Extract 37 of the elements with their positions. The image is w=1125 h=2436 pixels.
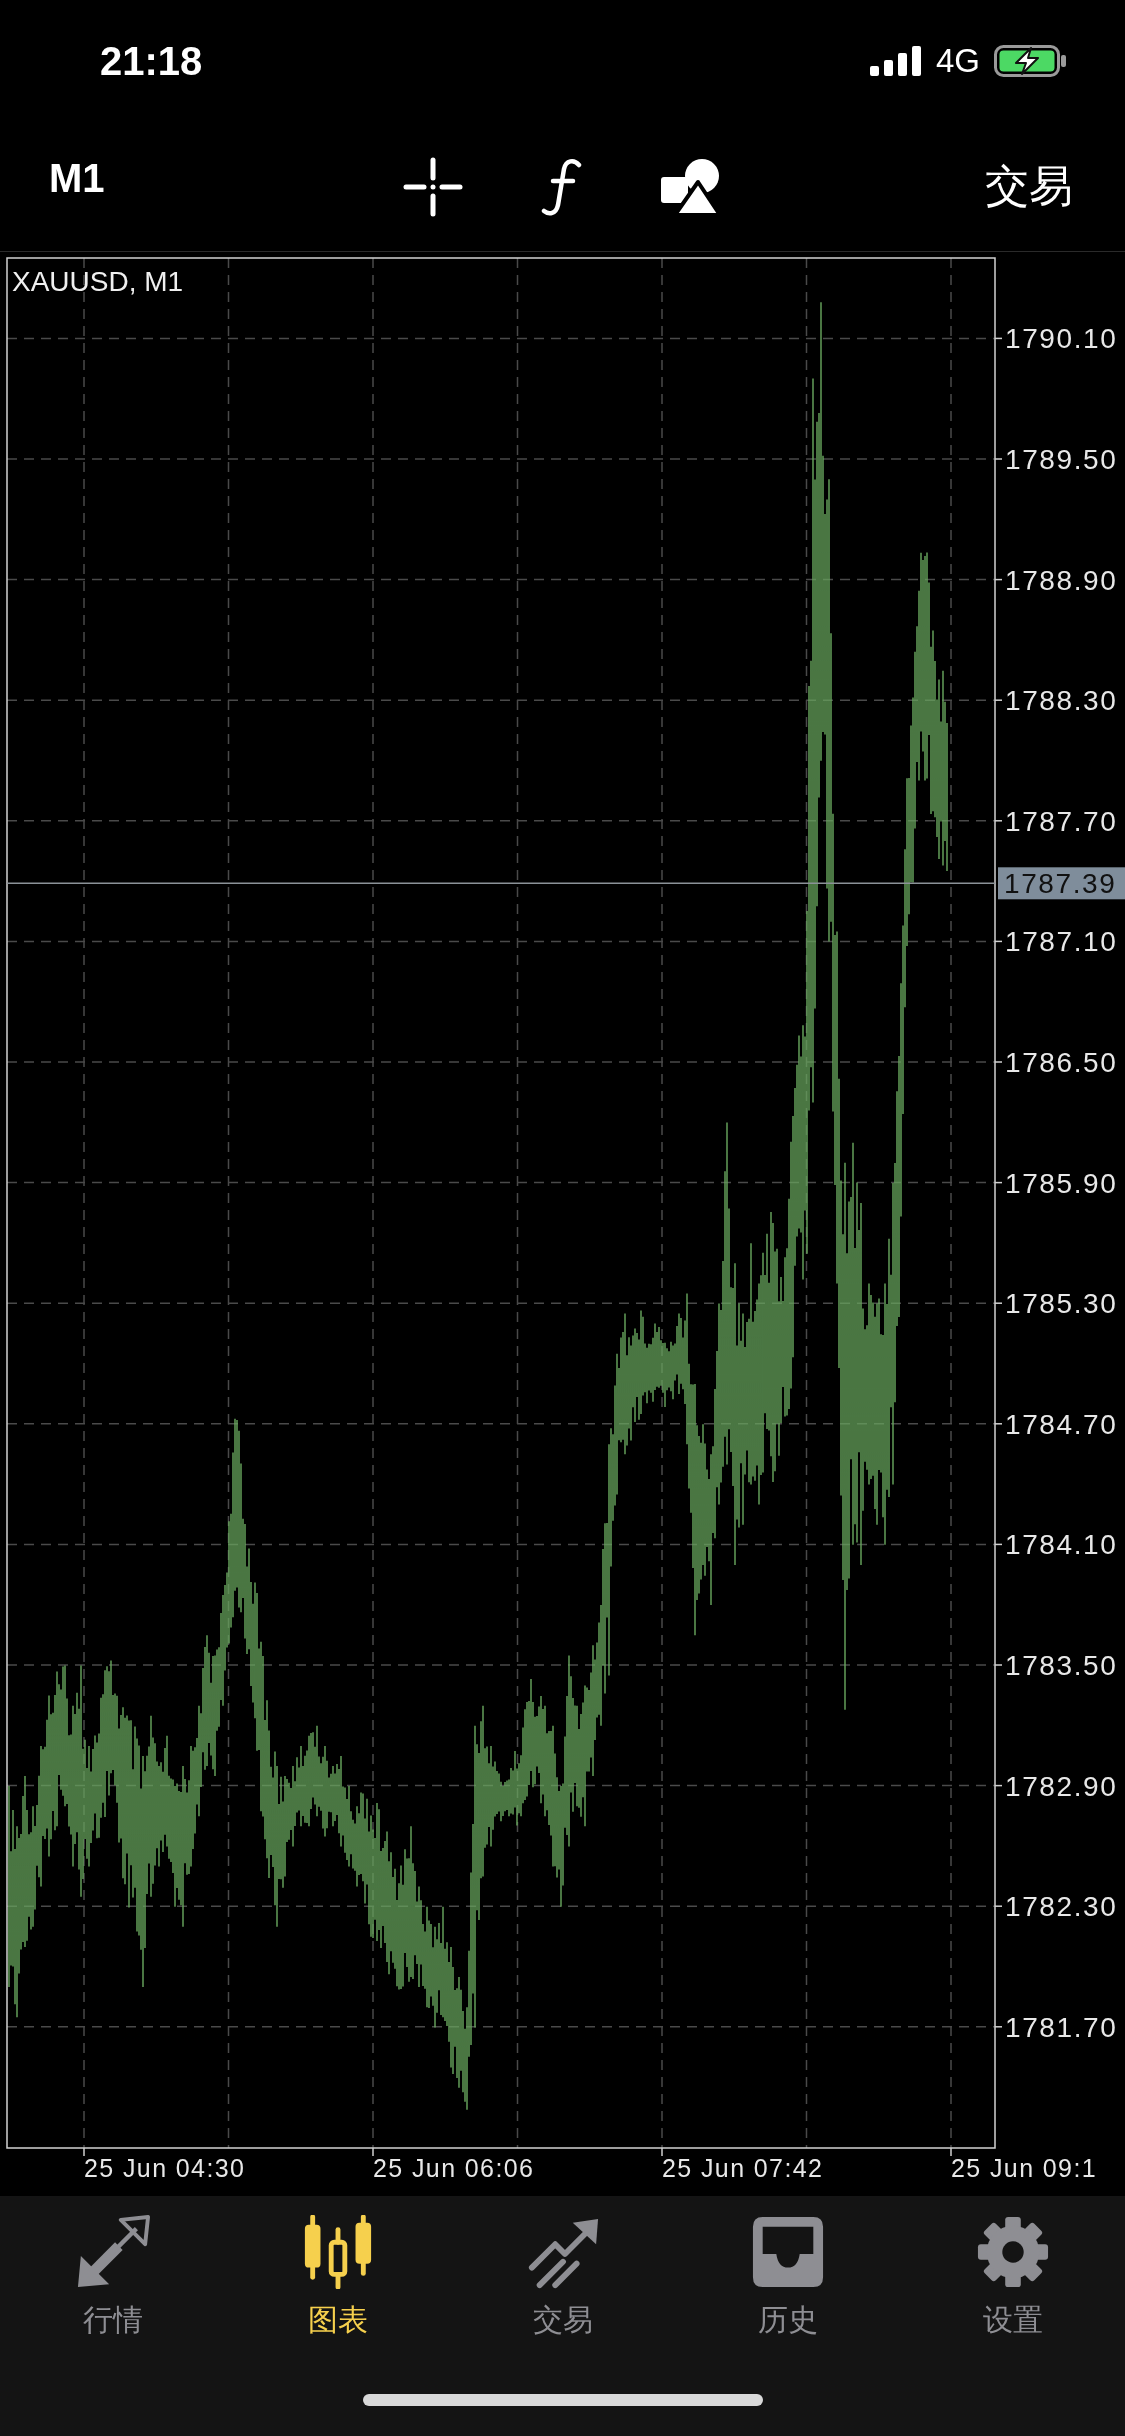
chart-title: XAUUSD, M1 [12, 266, 184, 297]
time-label: 25 Jun 07:42 [662, 2154, 824, 2182]
timeframe-button[interactable]: M1 [49, 156, 105, 201]
time-label: 25 Jun 04:30 [84, 2154, 246, 2182]
signal-icon [869, 46, 922, 76]
current-price-label: 1787.39 [998, 867, 1125, 900]
tab-button[interactable]: 设置 [900, 2215, 1125, 2337]
shapes-icon[interactable] [660, 157, 721, 216]
price-label: 1785.30 [1005, 1288, 1118, 1320]
tab-button[interactable]: 图表 [225, 2215, 450, 2337]
diagonal-arrows-icon [75, 2215, 150, 2289]
status-time: 21:18 [100, 38, 203, 84]
trade-button[interactable]: 交易 [985, 157, 1073, 216]
time-label: 25 Jun 09:1 [951, 2154, 1098, 2182]
tab-button[interactable]: 历史 [675, 2215, 900, 2337]
network-type: 4G [935, 42, 980, 80]
price-label: 1789.50 [1005, 444, 1118, 475]
crosshair-icon[interactable] [402, 156, 463, 217]
function-icon[interactable] [540, 157, 583, 216]
price-label: 1784.10 [1005, 1529, 1118, 1561]
settings-icon [975, 2215, 1050, 2289]
price-label: 1787.70 [1005, 805, 1118, 837]
price-label: 1782.30 [1005, 1891, 1118, 1923]
price-label: 1783.50 [1005, 1650, 1118, 1681]
price-label: 1790.10 [1005, 323, 1118, 355]
time-label: 25 Jun 06:06 [373, 2154, 535, 2182]
price-label: 1781.70 [1005, 2011, 1118, 2043]
tab-button[interactable]: 交易 [450, 2215, 675, 2337]
price-label: 1786.50 [1005, 1047, 1118, 1078]
tab-button[interactable]: 行情 [0, 2215, 225, 2337]
price-label: 1788.30 [1005, 685, 1118, 717]
price-label: 1788.90 [1005, 564, 1118, 596]
price-label: 1787.10 [1005, 926, 1118, 958]
price-label: 1784.70 [1005, 1408, 1118, 1440]
price-label: 1782.90 [1005, 1770, 1118, 1802]
price-label: 1785.90 [1005, 1167, 1118, 1199]
inbox-icon [750, 2215, 825, 2289]
